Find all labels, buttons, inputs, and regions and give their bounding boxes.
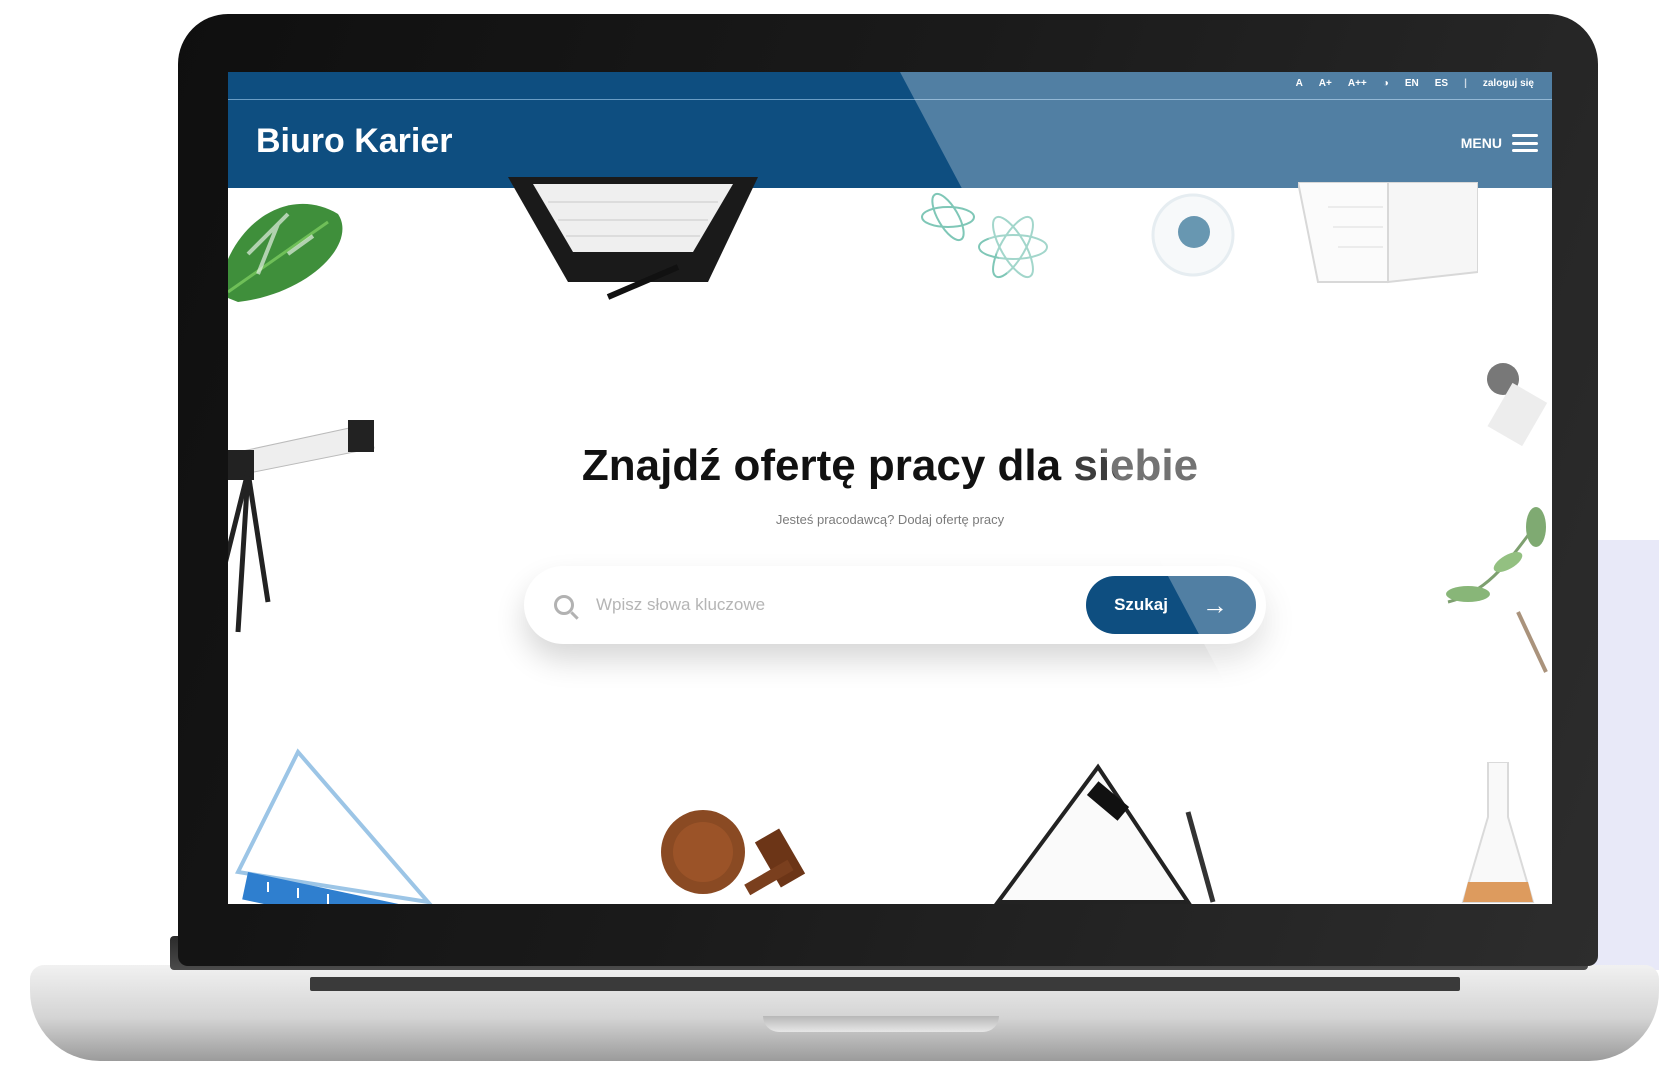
brand-logo-text[interactable]: Biuro Karier (256, 122, 453, 161)
font-size-a[interactable]: A (1296, 78, 1303, 89)
contrast-icon[interactable]: ◑ (1383, 78, 1389, 89)
open-book-decoration (1298, 182, 1478, 284)
language-en[interactable]: EN (1405, 78, 1419, 89)
main-navbar: Biuro Karier MENU (228, 100, 1552, 188)
laptop-keyboard-edge (310, 977, 1460, 991)
monstera-leaf-decoration (228, 204, 343, 302)
search-input[interactable] (594, 586, 1048, 624)
search-icon (554, 595, 574, 615)
search-button[interactable]: Szukaj → (1086, 576, 1256, 634)
tablet-keyboard-decoration (508, 177, 758, 300)
clipboard-decoration (994, 763, 1216, 904)
search-button-label: Szukaj (1114, 595, 1168, 614)
utility-bar: A A+ A++ ◑ EN ES | zaloguj się (228, 72, 1552, 100)
hero-title-main: Znajdź ofertę pracy dla (581, 441, 1062, 490)
hero-title: Znajdź ofertę pracy dla siebie (228, 441, 1552, 491)
laptop-base-notch (763, 1016, 999, 1032)
utility-separator: | (1464, 78, 1467, 89)
menu-button[interactable]: MENU (1461, 134, 1538, 152)
petri-dish-decoration (1151, 193, 1235, 277)
employer-offer-link[interactable]: Jesteś pracodawcą? Dodaj ofertę pracy (228, 512, 1552, 527)
laptop-screen: A A+ A++ ◑ EN ES | zaloguj się Biuro Kar… (228, 72, 1552, 904)
hero-title-accent: siebie (1073, 441, 1199, 490)
login-link[interactable]: zaloguj się (1483, 78, 1534, 89)
hamburger-menu-icon (1512, 134, 1538, 152)
utility-links: A A+ A++ ◑ EN ES | zaloguj się (1296, 78, 1534, 89)
language-es[interactable]: ES (1435, 78, 1448, 89)
arrow-right-icon: → (1201, 590, 1228, 620)
font-size-a-plus[interactable]: A+ (1319, 78, 1332, 89)
font-size-a-plus-plus[interactable]: A++ (1348, 78, 1367, 89)
ruler-set-square-decoration (234, 748, 433, 904)
menu-label: MENU (1460, 135, 1502, 151)
molecule-decoration (921, 192, 1048, 279)
lab-flask-decoration (1461, 762, 1535, 903)
search-bar: Szukaj → (524, 566, 1266, 644)
gavel-decoration (661, 810, 806, 896)
laptop-bezel: A A+ A++ ◑ EN ES | zaloguj się Biuro Kar… (178, 14, 1598, 966)
plant-sprout-decoration (1446, 507, 1548, 673)
